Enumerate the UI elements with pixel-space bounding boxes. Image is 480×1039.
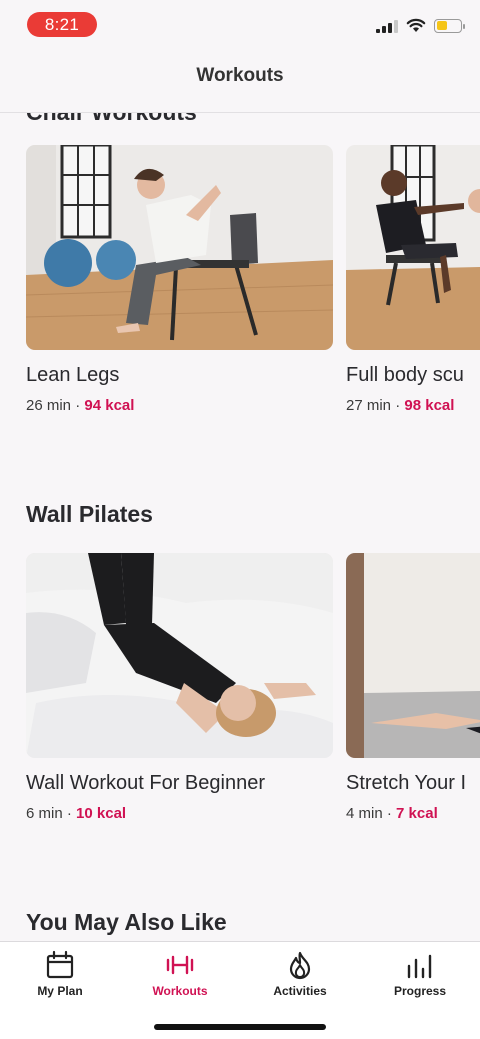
dumbbell-icon [166,955,194,975]
wall-pilates-carousel[interactable]: Wall Workout For Beginner 6 min · 10 kca… [26,553,480,822]
workout-card-meta: 26 min · 94 kcal [26,397,333,414]
workout-duration: 27 min [346,397,392,414]
tab-activities[interactable]: Activities [240,950,360,998]
workouts-scroll-view[interactable]: Chair Workouts [0,113,480,941]
workout-card-meta: 27 min · 98 kcal [346,397,480,414]
section-title-chair-workouts: Chair Workouts [26,113,197,126]
tab-label: Progress [393,984,447,998]
chair-workouts-carousel[interactable]: Lean Legs 26 min · 94 kcal Full body scu… [26,145,480,414]
workout-duration: 26 min [26,397,72,414]
workout-card-full-body[interactable]: Full body scu 27 min · 98 kcal [346,145,480,414]
workout-card-meta: 6 min · 10 kcal [26,805,333,822]
page-title: Workouts [196,65,284,86]
status-bar: 8:21 [0,0,480,48]
workout-card-stretch[interactable]: Stretch Your I 4 min · 7 kcal [346,553,480,822]
workout-calories: 98 kcal [404,397,455,414]
section-title-wall-pilates: Wall Pilates [26,501,153,527]
workout-card-meta: 4 min · 7 kcal [346,805,480,822]
workout-card-lean-legs[interactable]: Lean Legs 26 min · 94 kcal [26,145,333,414]
workout-card-title: Lean Legs [26,364,120,386]
bottom-tab-bar: My Plan Workouts Activities Progress [0,941,480,1039]
meta-separator: · [75,397,81,414]
flame-icon [289,951,311,980]
workout-calories: 7 kcal [396,805,438,822]
tab-workouts[interactable]: Workouts [120,950,240,998]
workout-thumbnail [346,553,480,758]
workout-card-wall-workout-beginner[interactable]: Wall Workout For Beginner 6 min · 10 kca… [26,553,333,822]
battery-icon [434,18,465,33]
status-icons [376,18,465,33]
workout-card-title: Wall Workout For Beginner [26,772,265,794]
tab-label: Activities [273,984,327,998]
meta-separator: · [395,397,401,414]
meta-separator: · [66,805,72,822]
tab-label: My Plan [37,984,83,998]
workout-duration: 4 min [346,805,383,822]
workout-thumbnail [26,553,333,758]
nav-header: Workouts [0,48,480,113]
workout-calories: 94 kcal [84,397,135,414]
workout-calories: 10 kcal [76,805,127,822]
workout-thumbnail [26,145,333,350]
home-indicator[interactable] [154,1024,326,1030]
tab-label: Workouts [152,984,208,998]
section-title-you-may-also-like: You May Also Like [26,909,227,935]
bar-chart-icon [407,954,432,979]
meta-separator: · [386,805,392,822]
tab-my-plan[interactable]: My Plan [0,950,120,998]
workout-duration: 6 min [26,805,63,822]
calendar-icon [46,950,74,979]
wifi-icon [406,18,426,32]
workout-card-title: Stretch Your I [346,772,467,794]
status-time: 8:21 [27,12,97,37]
cellular-signal-icon [376,19,398,33]
tab-progress[interactable]: Progress [360,950,480,998]
workout-thumbnail [346,145,480,350]
workout-card-title: Full body scu [346,364,464,386]
